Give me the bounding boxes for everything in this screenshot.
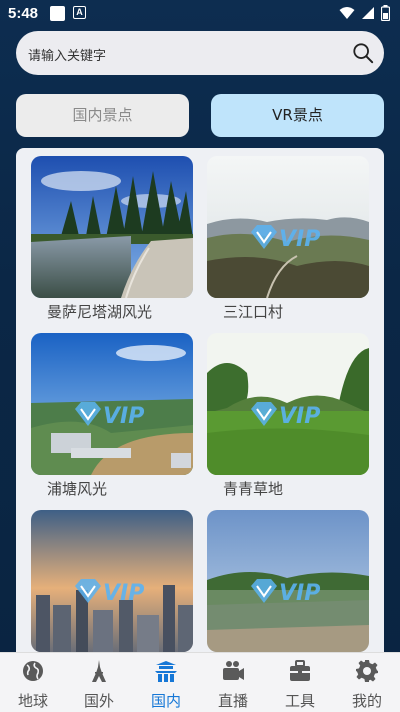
notification-icon (50, 6, 65, 21)
toolbox-icon (290, 660, 310, 681)
nav-item-tools[interactable]: 工具 (267, 653, 333, 712)
spot-thumbnail[interactable]: VIP (31, 333, 193, 475)
spot-label: 三江口村 (223, 303, 284, 321)
lake-scene-image (31, 156, 193, 298)
signal-icon (362, 7, 374, 19)
spot-grid: 曼萨尼塔湖风光 VIP 三江口村 VIP 浦塘风光 VIP 青青草地 VIP V… (16, 148, 384, 652)
wifi-icon (339, 7, 355, 19)
spot-thumbnail[interactable]: VIP (207, 333, 369, 475)
live-camera-icon (223, 661, 244, 680)
tower-icon (92, 660, 106, 682)
spot-thumbnail[interactable] (31, 156, 193, 298)
tab-vr-spots[interactable]: VR景点 (211, 94, 384, 137)
gear-icon (356, 660, 378, 682)
vip-badge-icon: VIP (75, 579, 144, 606)
svg-text:VIP: VIP (279, 227, 320, 252)
vip-badge-icon: VIP (251, 225, 320, 252)
vip-badge-icon: VIP (251, 579, 320, 606)
bottom-navigation: 地球 国外 国内 直播 工具 我的 (0, 652, 400, 712)
spot-card[interactable]: VIP 三江口村 (207, 156, 369, 321)
svg-text:VIP: VIP (103, 581, 144, 606)
nav-item-earth[interactable]: 地球 (0, 653, 66, 712)
spot-card[interactable]: VIP 青青草地 (207, 333, 369, 498)
status-icons (339, 5, 390, 21)
nav-label: 直播 (217, 692, 248, 710)
spot-label: 曼萨尼塔湖风光 (47, 303, 153, 321)
search-bar[interactable]: 请输入关键字 (16, 31, 384, 75)
nav-label: 我的 (351, 692, 382, 710)
svg-text:VIP: VIP (103, 404, 144, 429)
spot-label: 浦塘风光 (47, 480, 108, 498)
spot-card[interactable]: VIP (207, 510, 369, 652)
status-bar: 5:48 A (0, 0, 400, 28)
svg-text:VIP: VIP (279, 581, 320, 606)
spot-thumbnail[interactable]: VIP (207, 156, 369, 298)
nav-item-abroad[interactable]: 国外 (66, 653, 132, 712)
nav-label: 国外 (83, 692, 114, 710)
spot-card[interactable]: VIP (31, 510, 193, 652)
search-icon[interactable] (352, 42, 374, 64)
svg-text:VIP: VIP (279, 404, 320, 429)
vip-badge-icon: VIP (75, 402, 144, 429)
spot-thumbnail[interactable]: VIP (31, 510, 193, 652)
spot-thumbnail[interactable]: VIP (207, 510, 369, 652)
pagoda-icon (155, 661, 177, 682)
nav-item-live[interactable]: 直播 (200, 653, 266, 712)
vip-badge-icon: VIP (251, 402, 320, 429)
nav-item-domestic[interactable]: 国内 (133, 653, 199, 712)
nav-item-mine[interactable]: 我的 (334, 653, 400, 712)
battery-icon (381, 5, 390, 21)
tab-domestic-spots[interactable]: 国内景点 (16, 94, 189, 137)
nav-label: 地球 (17, 692, 48, 710)
globe-icon (23, 661, 43, 681)
app-notification-icon: A (73, 6, 86, 19)
nav-label: 国内 (150, 692, 181, 710)
nav-label: 工具 (284, 692, 315, 710)
spot-card[interactable]: 曼萨尼塔湖风光 (31, 156, 193, 321)
spot-label: 青青草地 (223, 480, 284, 498)
status-time: 5:48 (8, 5, 39, 22)
spot-card[interactable]: VIP 浦塘风光 (31, 333, 193, 498)
search-input[interactable]: 请输入关键字 (28, 45, 106, 64)
